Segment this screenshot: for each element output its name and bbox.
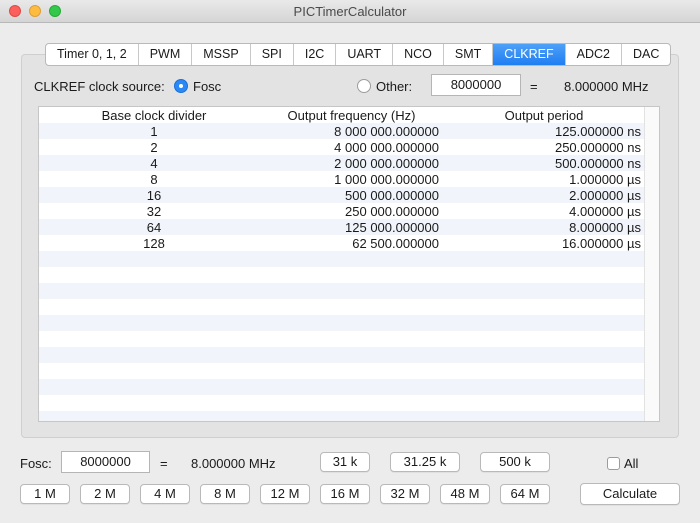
fosc-label: Fosc: <box>20 456 52 471</box>
preset-8m-button[interactable]: 8 M <box>200 484 250 504</box>
cell-divider: 64 <box>146 220 162 235</box>
preset-48m-button[interactable]: 48 M <box>440 484 490 504</box>
cell-divider: 2 <box>150 140 158 155</box>
cell-divider: 1 <box>150 124 158 139</box>
tab-pwm[interactable]: PWM <box>139 44 193 65</box>
cell-frequency: 62 500.000000 <box>352 236 439 251</box>
cell-frequency: 4 000 000.000000 <box>334 140 439 155</box>
clock-source-label: CLKREF clock source: <box>34 79 165 94</box>
preset-1m-button[interactable]: 1 M <box>20 484 70 504</box>
preset-31-25k-button[interactable]: 31.25 k <box>390 452 460 472</box>
cell-divider: 4 <box>150 156 158 171</box>
other-mhz-readout: 8.000000 MHz <box>564 79 649 94</box>
table-row[interactable]: 32 250 000.000000 4.000000 µs <box>39 204 645 220</box>
title-bar: PICTimerCalculator <box>0 0 700 23</box>
cell-frequency: 500 000.000000 <box>345 188 439 203</box>
cell-frequency: 2 000 000.000000 <box>334 156 439 171</box>
tab-dac[interactable]: DAC <box>622 44 670 65</box>
cell-frequency: 125 000.000000 <box>345 220 439 235</box>
cell-period: 1.000000 µs <box>569 172 641 187</box>
tab-spi[interactable]: SPI <box>251 44 294 65</box>
preset-32m-button[interactable]: 32 M <box>380 484 430 504</box>
fosc-input[interactable]: 8000000 <box>61 451 150 473</box>
table-row[interactable]: 64 125 000.000000 8.000000 µs <box>39 220 645 236</box>
fosc-equals-sign: = <box>160 456 168 471</box>
preset-31k-button[interactable]: 31 k <box>320 452 370 472</box>
results-table[interactable]: Base clock divider Output frequency (Hz)… <box>38 106 660 422</box>
header-frequency[interactable]: Output frequency (Hz) <box>269 108 434 124</box>
header-divider[interactable]: Base clock divider <box>39 108 269 124</box>
tab-clkref[interactable]: CLKREF <box>493 44 566 65</box>
all-checkbox-label[interactable]: All <box>624 456 638 471</box>
cell-frequency: 250 000.000000 <box>345 204 439 219</box>
preset-16m-button[interactable]: 16 M <box>320 484 370 504</box>
cell-divider: 128 <box>143 236 165 251</box>
fosc-radio-label[interactable]: Fosc <box>193 79 221 94</box>
all-checkbox[interactable] <box>607 457 620 470</box>
cell-frequency: 8 000 000.000000 <box>334 124 439 139</box>
table-header: Base clock divider Output frequency (Hz)… <box>39 108 645 124</box>
cell-period: 4.000000 µs <box>569 204 641 219</box>
cell-frequency: 1 000 000.000000 <box>334 172 439 187</box>
fosc-radio[interactable] <box>174 79 188 93</box>
cell-period: 16.000000 µs <box>561 236 641 251</box>
tab-bar: Timer 0, 1, 2 PWM MSSP SPI I2C UART NCO … <box>45 43 672 66</box>
table-row[interactable]: 2 4 000 000.000000 250.000000 ns <box>39 140 645 156</box>
cell-period: 125.000000 ns <box>554 124 641 139</box>
other-radio[interactable] <box>357 79 371 93</box>
fosc-mhz-readout: 8.000000 MHz <box>191 456 276 471</box>
table-row[interactable]: 1 8 000 000.000000 125.000000 ns <box>39 124 645 140</box>
table-row[interactable]: 8 1 000 000.000000 1.000000 µs <box>39 172 645 188</box>
table-row[interactable]: 16 500 000.000000 2.000000 µs <box>39 188 645 204</box>
cell-period: 8.000000 µs <box>569 220 641 235</box>
preset-4m-button[interactable]: 4 M <box>140 484 190 504</box>
calculate-button[interactable]: Calculate <box>580 483 680 505</box>
cell-divider: 32 <box>146 204 162 219</box>
cell-period: 2.000000 µs <box>569 188 641 203</box>
tab-timer012[interactable]: Timer 0, 1, 2 <box>46 44 139 65</box>
cell-period: 500.000000 ns <box>554 156 641 171</box>
preset-12m-button[interactable]: 12 M <box>260 484 310 504</box>
cell-divider: 8 <box>150 172 158 187</box>
tab-i2c[interactable]: I2C <box>294 44 337 65</box>
table-row[interactable]: 4 2 000 000.000000 500.000000 ns <box>39 156 645 172</box>
other-frequency-input[interactable]: 8000000 <box>431 74 521 96</box>
preset-2m-button[interactable]: 2 M <box>80 484 130 504</box>
other-radio-label[interactable]: Other: <box>376 79 412 94</box>
header-period[interactable]: Output period <box>459 108 629 124</box>
tab-adc2[interactable]: ADC2 <box>566 44 622 65</box>
table-row[interactable]: 128 62 500.000000 16.000000 µs <box>39 236 645 252</box>
tab-mssp[interactable]: MSSP <box>192 44 251 65</box>
window-title: PICTimerCalculator <box>293 4 407 19</box>
tab-uart[interactable]: UART <box>336 44 394 65</box>
tab-nco[interactable]: NCO <box>393 44 444 65</box>
tab-smt[interactable]: SMT <box>444 44 494 65</box>
cell-divider: 16 <box>146 188 162 203</box>
preset-500k-button[interactable]: 500 k <box>480 452 550 472</box>
app-window: PICTimerCalculator Timer 0, 1, 2 PWM MSS… <box>0 0 700 523</box>
other-equals-sign: = <box>530 79 538 94</box>
cell-period: 250.000000 ns <box>554 140 641 155</box>
preset-64m-button[interactable]: 64 M <box>500 484 550 504</box>
table-scrollbar[interactable] <box>644 107 659 421</box>
